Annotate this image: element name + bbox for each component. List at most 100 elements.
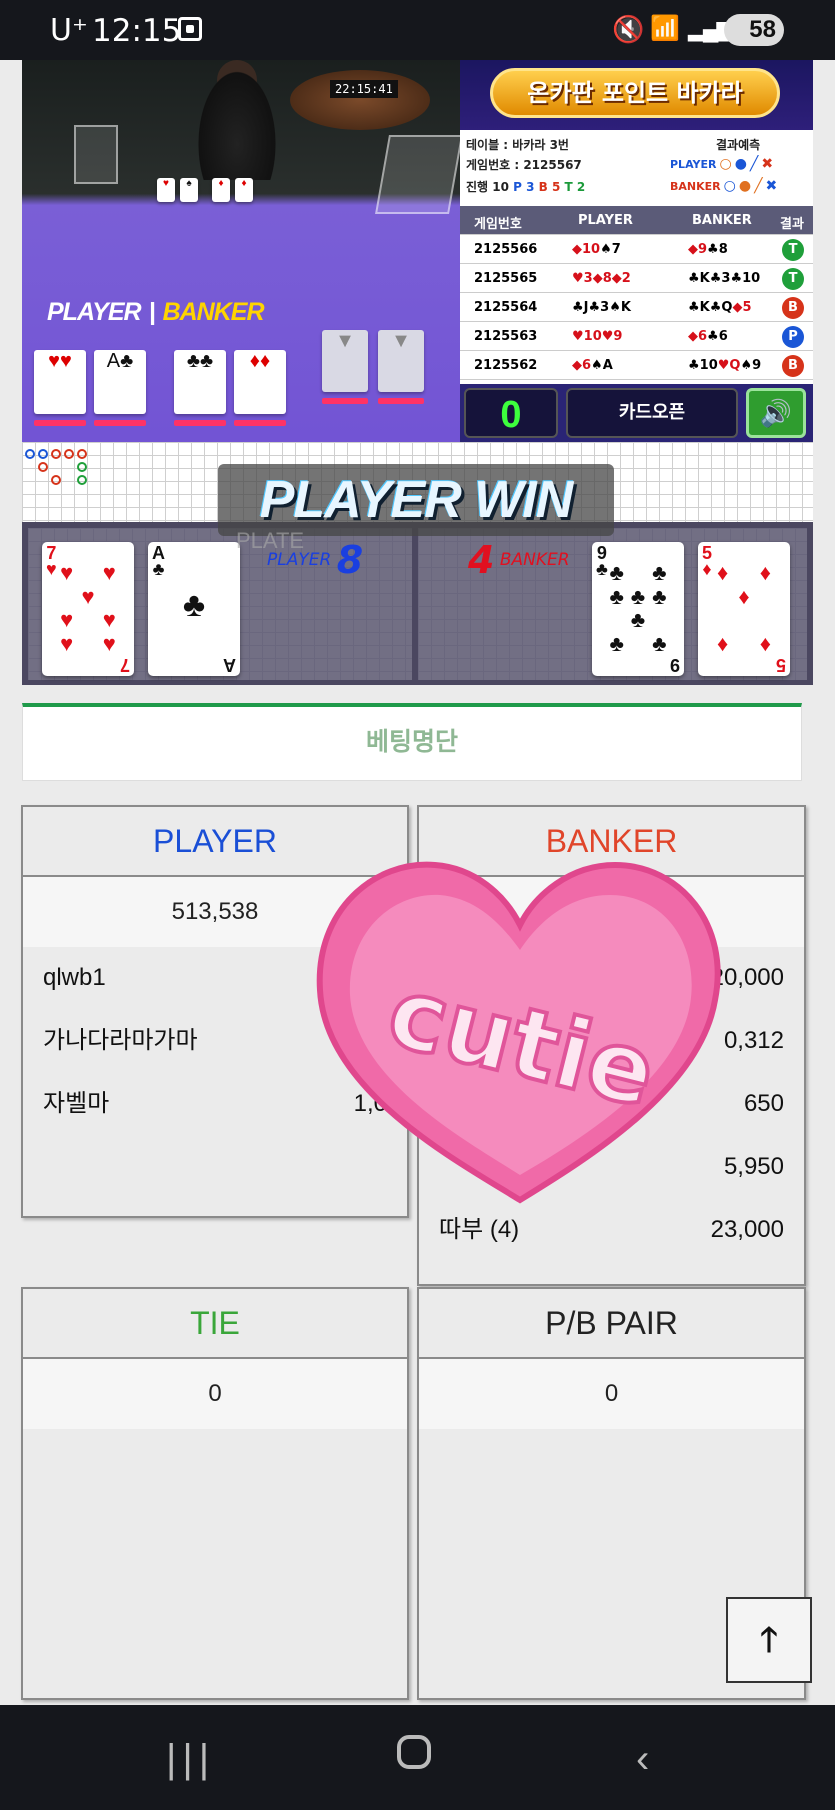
table-card: ♦♦ xyxy=(234,350,286,414)
discard-tray xyxy=(74,125,118,184)
circle-outline-icon[interactable]: ○ xyxy=(719,156,731,172)
screenshot-icon xyxy=(178,17,202,41)
banker-card-1: 9 ♣ ♣ ♣ ♣ ♣ ♣ ♣ ♣ ♣ 9 xyxy=(592,542,684,676)
history-banker-cards: ♣K♣3♣10 xyxy=(688,271,761,286)
scroll-top-button[interactable]: 🡑 xyxy=(726,1597,812,1683)
history-player-cards: ◆6♠A xyxy=(572,358,613,373)
table-card: A♣ xyxy=(94,350,146,414)
marker-bar xyxy=(378,398,424,404)
result-badge: B xyxy=(782,355,804,377)
card-open-button[interactable]: 카드오픈 xyxy=(566,388,738,438)
banker-card-2: 5 ♦ ♦ ♦ ♦ ♦ ♦ 5 xyxy=(698,542,790,676)
history-player-cards: ♥3◆8◆2 xyxy=(572,271,631,286)
result-badge: B xyxy=(782,297,804,319)
bettor-name: 가나다라마가마 xyxy=(43,1027,198,1054)
slash-icon[interactable]: ╱ xyxy=(750,156,758,172)
prediction-player-label: PLAYER xyxy=(670,158,717,171)
prediction-label: 결과예측 xyxy=(716,138,761,152)
history-game-no: 2125562 xyxy=(474,358,538,373)
table-row: 2125563 ♥10♥9 ◆6♣6 P xyxy=(460,322,813,351)
card-rank: 7 xyxy=(119,655,130,675)
home-icon[interactable] xyxy=(397,1735,431,1769)
roadmap-mark xyxy=(51,475,61,485)
table-label-banker: BANKER xyxy=(162,298,265,326)
result-area xyxy=(22,522,813,685)
video-clock: 22:15:41 xyxy=(330,80,398,98)
history-table: 게임번호 PLAYER BANKER 결과 2125566 ◆10♠7 ◆9♣8… xyxy=(460,206,813,384)
card-pips: ♣ ♣ ♣ ♣ ♣ ♣ ♣ ♣ xyxy=(609,560,667,656)
banker-score-label: 4 BANKER xyxy=(468,538,570,582)
marker-bar xyxy=(322,398,368,404)
win-banner: PLAYER WIN xyxy=(218,464,614,536)
banner-title: 온카판 포인트 바카라 xyxy=(527,79,743,107)
x-icon[interactable]: ✖ xyxy=(761,156,773,172)
progress-row: 진행 10 P 3 B 5 T 2 xyxy=(466,178,585,195)
history-banker-cards: ◆9♣8 xyxy=(688,242,728,257)
banker-label: BANKER xyxy=(499,550,570,570)
progress-count: 진행 10 xyxy=(466,180,509,194)
marker-bar xyxy=(34,420,86,426)
slash-icon[interactable]: ╱ xyxy=(754,178,762,194)
bet-amount: 650 xyxy=(743,1090,784,1117)
arrow-up-icon: 🡑 xyxy=(760,1621,778,1659)
cutie-sticker: cutie xyxy=(316,861,721,1204)
dealer-body xyxy=(192,60,282,180)
roulette-wheel xyxy=(290,70,430,130)
table-player-banker-label: PLAYER | BANKER xyxy=(47,298,265,326)
banker-count: B 5 xyxy=(538,180,561,194)
game-frame: 22:15:41 ♥ ♠ ♦ ♦ PLAYER | BANKER ♥♥ A♣ ♣♣ … xyxy=(22,60,813,685)
roadmap-mark xyxy=(77,475,87,485)
x-icon[interactable]: ✖ xyxy=(766,178,778,194)
player-card-1: 7 ♥ ♥ ♥ ♥ ♥ ♥ ♥ ♥ 7 xyxy=(42,542,134,676)
roadmap-mark xyxy=(51,449,61,459)
win-text: PLAYER WIN xyxy=(259,471,574,529)
table-card: ♦ xyxy=(235,178,253,202)
history-header-banker: BANKER xyxy=(692,213,752,228)
sound-icon[interactable]: 🔊 xyxy=(746,388,806,438)
face-down-card: ▼ xyxy=(378,330,424,392)
player-card-2: A ♣ ♣ A xyxy=(148,542,240,676)
history-header-no: 게임번호 xyxy=(474,217,522,232)
marker-bar xyxy=(234,420,286,426)
roadmap-mark xyxy=(64,449,74,459)
roadmap-mark xyxy=(25,449,35,459)
card-rank: A xyxy=(223,655,236,675)
battery-indicator: 58 xyxy=(724,14,784,46)
carrier-label: U⁺ xyxy=(50,13,88,48)
card-pips: ♥ ♥ ♥ ♥ ♥ ♥ ♥ xyxy=(60,560,116,656)
roadmap-mark xyxy=(77,462,87,472)
table-name: 테이블 : 바카라 3번 xyxy=(466,138,569,152)
game-banner: 온카판 포인트 바카라 xyxy=(460,60,813,130)
table-row: 2125562 ◆6♠A ♣10♥Q♠9 B xyxy=(460,351,813,380)
table-row: 2125566 ◆10♠7 ◆9♣8 T xyxy=(460,235,813,264)
bettor-name: 자벨마 xyxy=(43,1090,110,1117)
player-score: 8 xyxy=(336,538,364,582)
banker-score: 4 xyxy=(468,538,495,582)
table-label-player: PLAYER xyxy=(47,298,142,326)
history-banker-cards: ◆6♣6 xyxy=(688,329,728,344)
table-card: ♥♥ xyxy=(34,350,86,414)
face-down-card: ▼ xyxy=(322,330,368,392)
result-badge: T xyxy=(782,268,804,290)
table-row: 2125564 ♣J♣3♠K ♣K♣Q◆5 B xyxy=(460,293,813,322)
circle-outline-icon[interactable]: ○ xyxy=(724,178,736,194)
card-shoe xyxy=(375,135,460,214)
prediction-player: PLAYER ○ ● ╱ ✖ xyxy=(670,156,773,172)
betting-list-title: 베팅명단 xyxy=(22,703,802,781)
card-rank: 5 xyxy=(775,655,786,675)
game-controls: 0 카드오픈 🔊 xyxy=(460,384,813,442)
history-player-cards: ◆10♠7 xyxy=(572,242,621,257)
back-icon[interactable]: ‹ xyxy=(636,1737,649,1782)
recent-apps-icon[interactable]: ||| xyxy=(166,1737,215,1782)
history-banker-cards: ♣10♥Q♠9 xyxy=(688,358,762,373)
roadmap-mark xyxy=(38,449,48,459)
result-badge: T xyxy=(782,239,804,261)
marker-bar xyxy=(94,420,146,426)
history-player-cards: ♣J♣3♠K xyxy=(572,300,631,315)
history-player-cards: ♥10♥9 xyxy=(572,329,623,344)
pair-bet-title: P/B PAIR xyxy=(419,1289,804,1359)
tie-bet-panel: TIE 0 xyxy=(21,1287,409,1700)
history-game-no: 2125564 xyxy=(474,300,538,315)
circle-filled-icon[interactable]: ● xyxy=(735,156,747,172)
circle-filled-icon[interactable]: ● xyxy=(739,178,751,194)
